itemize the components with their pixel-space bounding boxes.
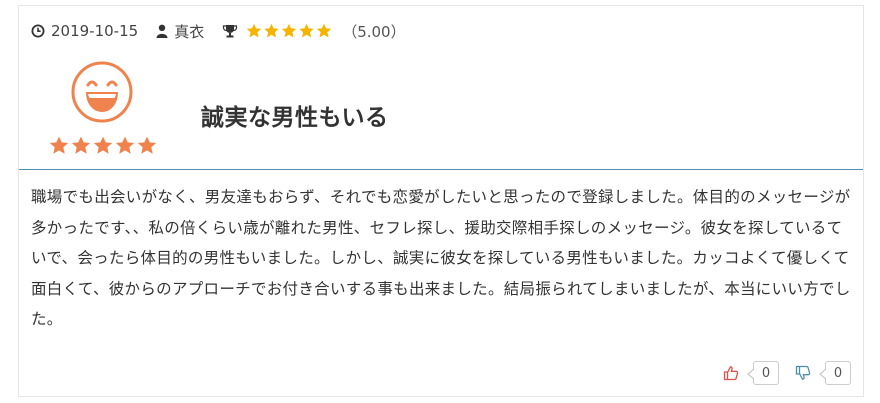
review-card: 2019-10-15 真衣 （5.00） 誠実な男性もいる 職場でも出会いがなく… <box>18 5 864 397</box>
review-author: 真衣 <box>156 21 204 42</box>
rating-stars <box>49 136 159 156</box>
review-date: 2019-10-15 <box>31 22 138 40</box>
review-meta: 2019-10-15 真衣 （5.00） <box>31 20 406 42</box>
review-body: 職場でも出会いがなく、男友達もおらず、それでも恋愛がしたいと思ったので登録しまし… <box>31 188 851 328</box>
meta-stars-icon <box>247 23 332 38</box>
trophy-icon <box>222 24 238 38</box>
author-name: 真衣 <box>174 22 205 41</box>
meta-star-rating <box>246 23 332 39</box>
up-vote-count: 0 <box>747 361 779 385</box>
rating-stars-icon <box>49 136 157 154</box>
rating-score: （5.00） <box>342 22 406 41</box>
laughing-face-icon <box>71 61 133 123</box>
thumbs-down-icon[interactable] <box>795 365 811 381</box>
user-icon <box>156 24 168 38</box>
vote-bar: 0 0 <box>723 361 851 385</box>
thumbs-up-icon[interactable] <box>723 365 739 381</box>
down-vote-count: 0 <box>819 361 851 385</box>
review-title: 誠実な男性もいる <box>201 105 389 131</box>
divider <box>19 169 863 170</box>
date-text: 2019-10-15 <box>51 22 139 40</box>
review-rating: （5.00） <box>222 21 406 42</box>
clock-icon <box>31 24 45 38</box>
